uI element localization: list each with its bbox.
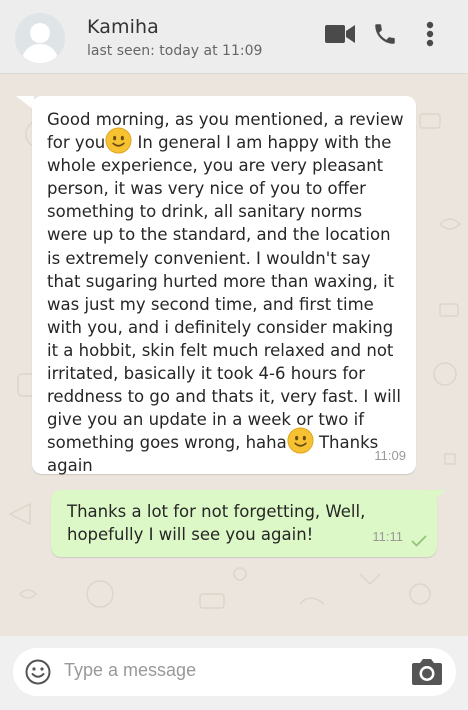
default-avatar-icon (15, 13, 65, 63)
last-seen-status: last seen: today at 11:09 (87, 43, 263, 59)
incoming-message-text: Good morning, as you mentioned, a review… (47, 108, 406, 478)
outgoing-message-bubble[interactable]: Thanks a lot for not forgetting, Well, h… (51, 490, 437, 557)
more-vert-icon[interactable] (421, 20, 439, 48)
message-input-placeholder[interactable]: Type a message (64, 660, 196, 681)
chat-header: Kamiha last seen: today at 11:09 (0, 0, 468, 74)
video-call-icon[interactable] (324, 20, 356, 48)
incoming-message-bubble[interactable]: Good morning, as you mentioned, a review… (32, 96, 416, 475)
slightly-smiling-face-icon (105, 127, 132, 154)
chat-area[interactable]: Good morning, as you mentioned, a review… (0, 74, 468, 636)
message-timestamp: 11:11 (372, 528, 403, 544)
slightly-smiling-face-icon (287, 427, 314, 454)
avatar[interactable] (15, 13, 65, 63)
message-text-part: In general I am happy with the whole exp… (47, 133, 401, 453)
message-input[interactable]: Type a message (13, 648, 456, 696)
message-timestamp: 11:09 (374, 447, 406, 463)
emoji-icon[interactable] (24, 658, 52, 686)
phone-call-icon[interactable] (371, 20, 399, 48)
camera-icon[interactable] (410, 658, 444, 686)
sent-check-icon (411, 535, 427, 547)
contact-name[interactable]: Kamiha (87, 16, 159, 38)
composer-bar: Type a message (0, 636, 468, 710)
